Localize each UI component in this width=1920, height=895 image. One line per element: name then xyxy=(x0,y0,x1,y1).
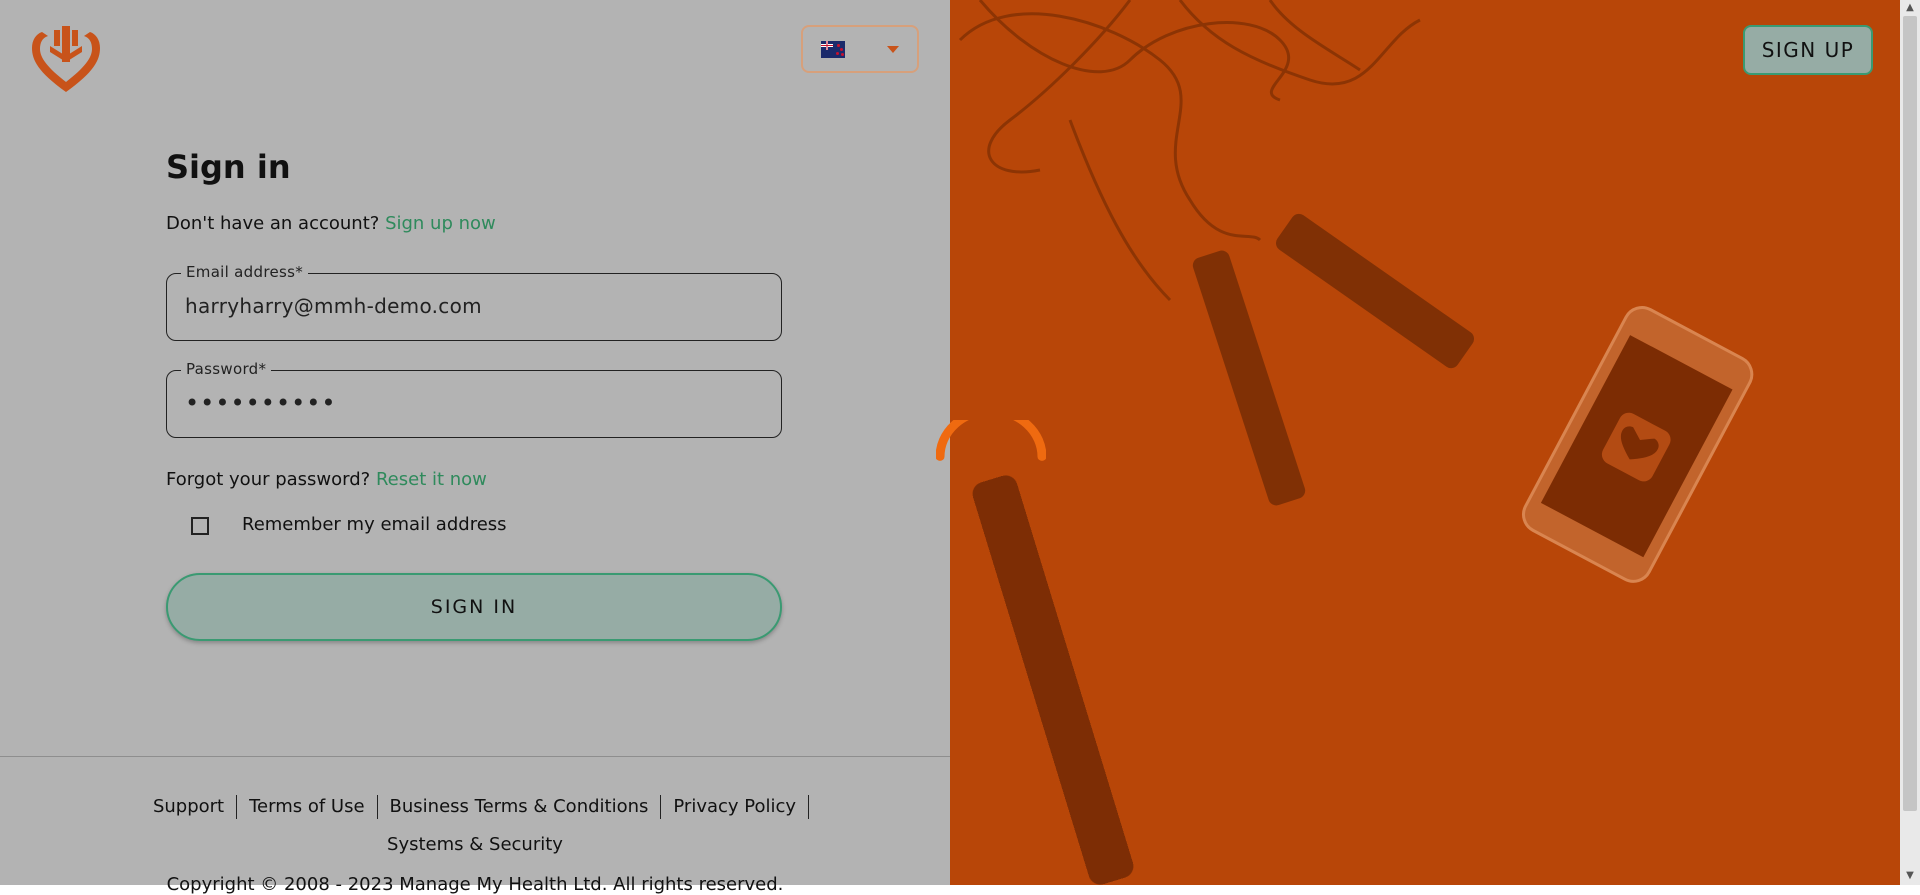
forgot-password-text: Forgot your password? xyxy=(166,469,371,490)
page-title: Sign in xyxy=(166,148,291,186)
footer-link-support[interactable]: Support xyxy=(141,796,236,817)
footer-link-terms-of-use[interactable]: Terms of Use xyxy=(237,796,376,817)
footer-link-privacy-policy[interactable]: Privacy Policy xyxy=(661,796,808,817)
remember-email-label[interactable]: Remember my email address xyxy=(242,514,507,535)
footer-links: Support Terms of Use Business Terms & Cond… xyxy=(0,788,950,864)
forgot-password-row: Forgot your password? Reset it now xyxy=(166,469,487,490)
language-select[interactable] xyxy=(801,25,919,73)
loading-spinner-icon xyxy=(936,420,1046,461)
password-field[interactable]: Password* •••••••••• xyxy=(166,360,782,438)
remember-email-checkbox[interactable] xyxy=(191,517,209,535)
footer-link-systems-security[interactable]: Systems & Security xyxy=(375,834,575,855)
footer-separator xyxy=(808,795,810,819)
reset-password-link[interactable]: Reset it now xyxy=(376,469,487,490)
scrollbar-thumb[interactable] xyxy=(1903,16,1917,811)
login-panel: Sign in Don't have an account? Sign up n… xyxy=(0,0,950,895)
scroll-down-arrow-icon[interactable]: ▼ xyxy=(1905,870,1915,881)
email-label: Email address* xyxy=(181,263,309,281)
no-account-text: Don't have an account? xyxy=(166,213,380,234)
sign-in-button[interactable]: SIGN IN xyxy=(166,573,782,641)
footer-link-business-terms[interactable]: Business Terms & Conditions xyxy=(378,796,661,817)
caret-down-icon xyxy=(887,45,899,53)
email-input[interactable] xyxy=(185,294,755,318)
email-field[interactable]: Email address* xyxy=(166,263,782,341)
scroll-up-arrow-icon[interactable]: ▲ xyxy=(1905,2,1915,13)
hero-image xyxy=(950,0,1900,885)
fitness-photo-illustration xyxy=(958,0,1754,885)
nz-flag-icon xyxy=(821,40,845,58)
password-label: Password* xyxy=(181,360,272,378)
sign-up-button[interactable]: SIGN UP xyxy=(1743,25,1873,75)
no-account-row: Don't have an account? Sign up now xyxy=(166,213,496,234)
sign-up-link[interactable]: Sign up now xyxy=(385,213,496,234)
footer-divider xyxy=(0,756,950,757)
heart-tree-logo-icon[interactable] xyxy=(28,22,104,98)
password-input[interactable]: •••••••••• xyxy=(185,389,337,417)
